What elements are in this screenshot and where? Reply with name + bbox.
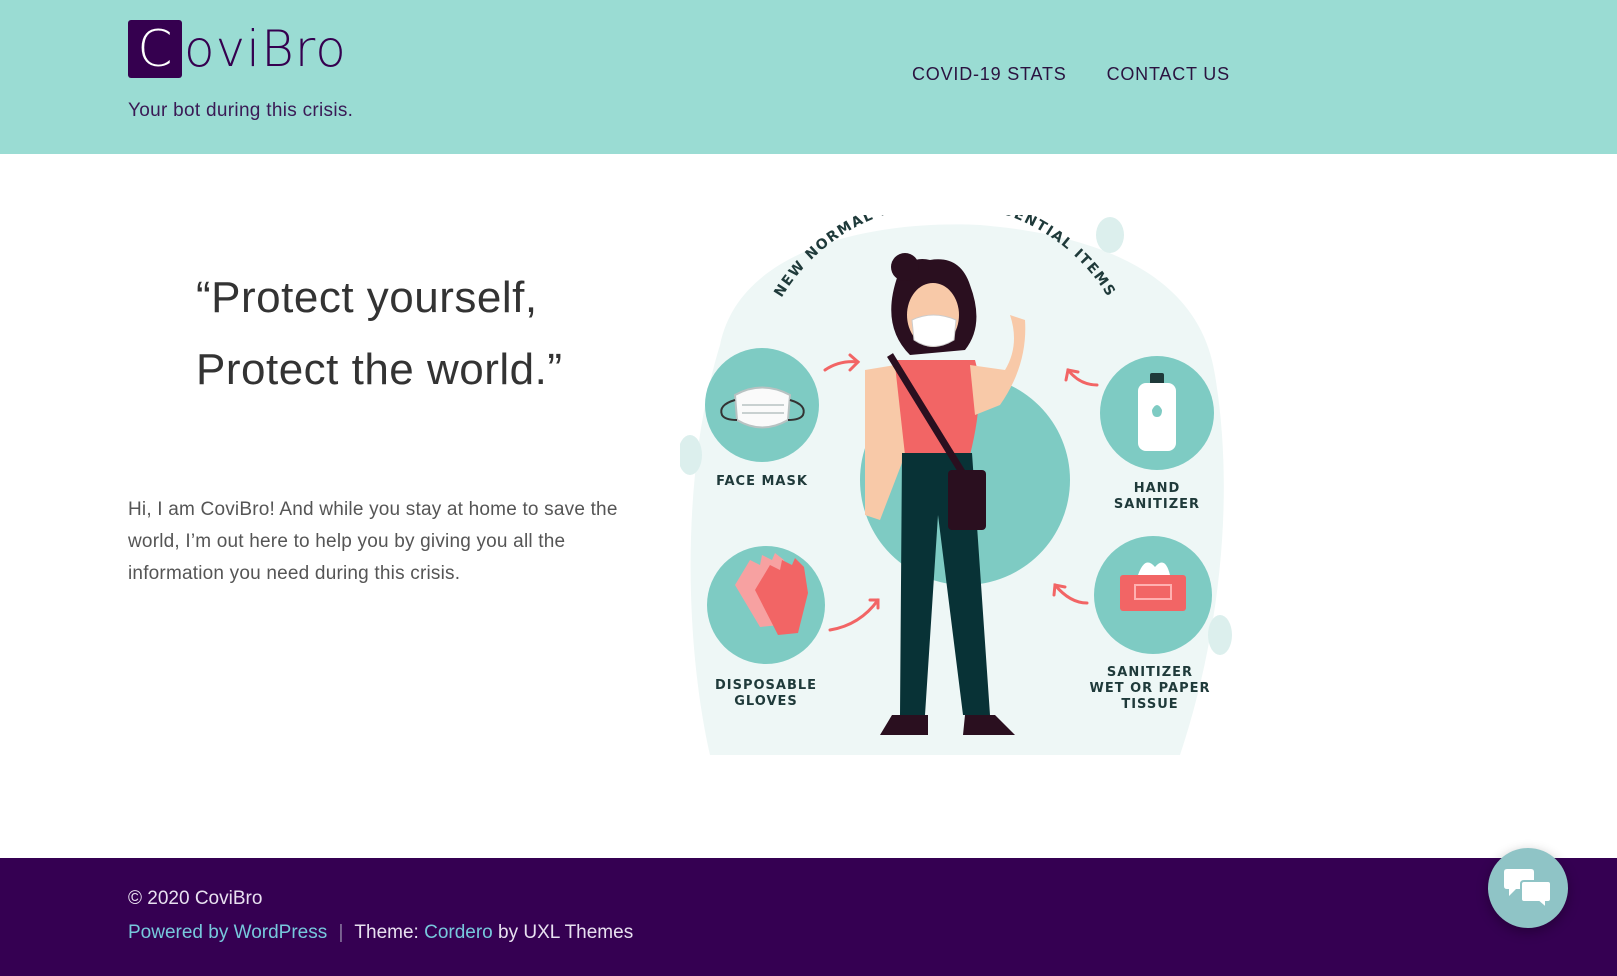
site-footer: © 2020 CoviBro Powered by WordPress | Th… xyxy=(0,858,1617,976)
theme-suffix: by UXL Themes xyxy=(498,922,634,943)
illustration-svg: NEW NORMAL LIFESTYLE ESSENTIAL ITEMS FAC… xyxy=(678,193,1232,755)
site-header: C oviBro Your bot during this crisis. CO… xyxy=(0,0,1617,154)
decor-blob xyxy=(1096,217,1124,253)
hand-sanitizer-label-2: SANITIZER xyxy=(1114,497,1200,512)
hero-quote: “Protect yourself, Protect the world.” xyxy=(196,262,563,406)
sanitizer-bottle-icon xyxy=(1138,373,1176,451)
tissue-label-2: WET OR PAPER xyxy=(1089,681,1210,696)
copyright-text: © 2020 CoviBro xyxy=(128,888,263,909)
logo-text: oviBro xyxy=(184,20,347,78)
site-logo[interactable]: C oviBro xyxy=(128,20,347,78)
tissue-label-1: SANITIZER xyxy=(1107,665,1193,680)
chat-bubbles-icon xyxy=(1504,869,1552,910)
hand-sanitizer-label-1: HAND xyxy=(1134,481,1181,496)
main-nav: COVID-19 STATS CONTACT US xyxy=(912,64,1230,85)
quote-line-1: “Protect yourself, xyxy=(196,273,538,322)
intro-text: Hi, I am CoviBro! And while you stay at … xyxy=(128,499,618,584)
theme-prefix: Theme: xyxy=(354,922,419,943)
nav-item-covid-stats[interactable]: COVID-19 STATS xyxy=(912,64,1067,85)
tissue-label-3: TISSUE xyxy=(1121,697,1178,712)
footer-credits: Powered by WordPress | Theme: Cordero by… xyxy=(128,922,633,944)
face-mask-label: FACE MASK xyxy=(716,474,808,489)
site-tagline: Your bot during this crisis. xyxy=(128,100,354,121)
essentials-illustration: NEW NORMAL LIFESTYLE ESSENTIAL ITEMS FAC… xyxy=(678,193,1240,770)
gloves-label-1: DISPOSABLE xyxy=(715,678,817,693)
quote-line-2: Protect the world.” xyxy=(196,345,563,394)
footer-separator: | xyxy=(338,922,344,943)
logo-initial: C xyxy=(128,20,182,78)
decor-blob xyxy=(1208,615,1232,655)
nav-item-contact-us[interactable]: CONTACT US xyxy=(1107,64,1230,85)
theme-link-cordero[interactable]: Cordero xyxy=(424,922,493,943)
powered-by-wordpress-link[interactable]: Powered by WordPress xyxy=(128,922,327,943)
gloves-label-2: GLOVES xyxy=(734,694,798,709)
chat-launcher-button[interactable] xyxy=(1488,848,1568,928)
